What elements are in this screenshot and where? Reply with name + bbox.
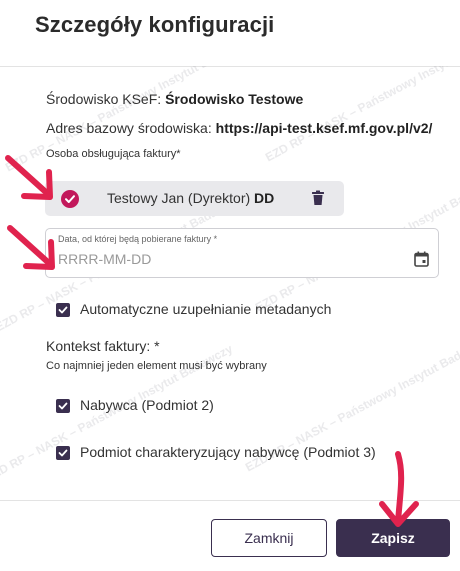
invoice-context-hint: Co najmniej jeden element musi być wybra…	[46, 360, 267, 372]
annotation-arrow-icon	[379, 451, 419, 527]
base-address-row: Adres bazowy środowiska: https://api-tes…	[46, 120, 432, 136]
start-date-field[interactable]: Data, od której będą pobierane faktury *	[45, 228, 439, 278]
trash-icon[interactable]	[311, 190, 327, 208]
environment-row: Środowisko KSeF: Środowisko Testowe	[46, 91, 303, 107]
invoice-person-suffix: DD	[254, 190, 275, 206]
invoice-person-chip[interactable]: Testowy Jan (Dyrektor) DD	[45, 181, 344, 216]
watermark-text: EZD RP – NASK – Państwowy Instytut Badaw…	[262, 66, 460, 165]
close-button[interactable]: Zamknij	[211, 519, 327, 557]
start-date-input[interactable]	[58, 251, 388, 267]
environment-label: Środowisko KSeF:	[46, 91, 162, 107]
invoice-person-label: Osoba obsługująca faktury*	[46, 148, 181, 160]
auto-metadata-checkbox[interactable]	[56, 303, 70, 317]
start-date-label: Data, od której będą pobierane faktury *	[58, 234, 218, 244]
invoice-context-heading: Kontekst faktury: *	[46, 338, 160, 354]
buyer-checkbox[interactable]	[56, 399, 70, 413]
header-divider	[0, 66, 460, 67]
invoice-person-name: Testowy Jan (Dyrektor)	[107, 190, 251, 206]
environment-value: Środowisko Testowe	[165, 91, 304, 107]
selected-check-icon	[61, 190, 79, 208]
buyer-characterizing-entity-label: Podmiot charakteryzujący nabywcę (Podmio…	[80, 444, 376, 460]
dialog-title: Szczegóły konfiguracji	[35, 12, 275, 37]
base-address-label: Adres bazowy środowiska:	[46, 120, 212, 136]
footer-divider	[0, 500, 460, 501]
buyer-label: Nabywca (Podmiot 2)	[80, 397, 214, 413]
configuration-details-dialog: Szczegóły konfiguracji EZD RP – NASK – P…	[0, 0, 460, 571]
buyer-characterizing-entity-checkbox[interactable]	[56, 446, 70, 460]
base-address-value: https://api-test.ksef.mf.gov.pl/v2/	[215, 120, 433, 136]
save-button[interactable]: Zapisz	[336, 519, 450, 557]
invoice-person-name-row: Testowy Jan (Dyrektor) DD	[107, 190, 274, 206]
calendar-icon[interactable]	[414, 251, 430, 267]
auto-metadata-label: Automatyczne uzupełnianie metadanych	[80, 301, 332, 317]
